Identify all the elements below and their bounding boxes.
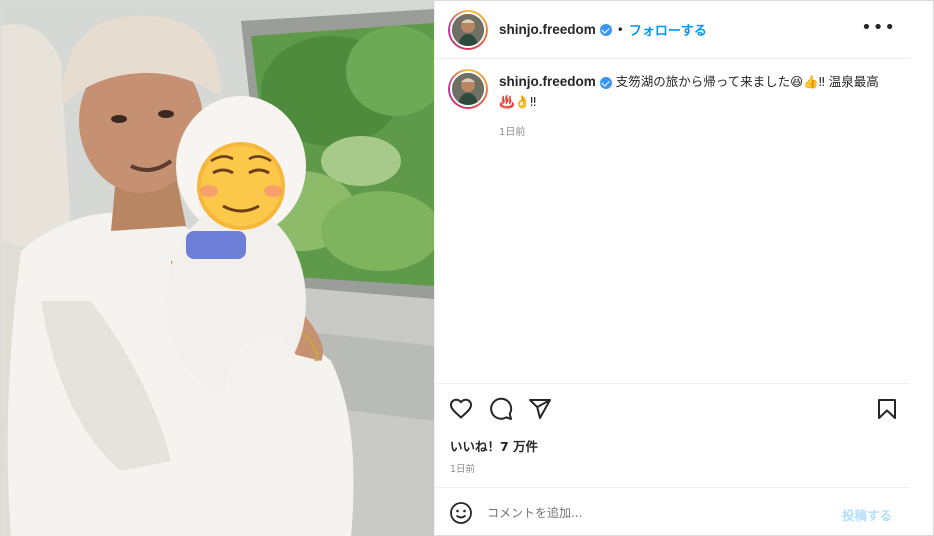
verified-badge-icon: [599, 23, 612, 36]
comment-bar: 投稿する: [435, 487, 910, 536]
bookmark-icon[interactable]: [875, 397, 899, 421]
separator-dot: •: [616, 22, 624, 37]
post-comment-button[interactable]: 投稿する: [842, 505, 892, 524]
heart-icon[interactable]: [449, 397, 473, 421]
caption-avatar[interactable]: [448, 69, 488, 109]
post-side-panel: shinjo.freedom • フォローする ••• shinjo.freed…: [434, 1, 934, 536]
more-dots-icon[interactable]: •••: [861, 17, 896, 38]
follow-button[interactable]: フォローする: [629, 20, 707, 39]
like-count[interactable]: いいね！7 万件: [450, 436, 538, 455]
comment-icon[interactable]: [489, 397, 513, 421]
caption-avatar-photo: [452, 73, 484, 105]
caption-username[interactable]: shinjo.freedom: [499, 74, 596, 89]
comment-input[interactable]: [487, 505, 817, 520]
post-photo[interactable]: [1, 1, 434, 536]
post-timestamp[interactable]: 1日前: [450, 461, 475, 475]
instagram-post-card: shinjo.freedom • フォローする ••• shinjo.freed…: [0, 0, 934, 536]
post-username[interactable]: shinjo.freedom: [499, 22, 596, 37]
post-actions: いいね！7 万件 1日前: [435, 383, 910, 487]
avatar[interactable]: [448, 9, 488, 50]
paper-plane-icon[interactable]: [528, 397, 552, 421]
photo-illustration: [1, 1, 434, 536]
avatar-photo: [452, 13, 484, 46]
post-caption: shinjo.freedom 支笏湖の旅から帰って来ました😆👍‼︎ 温泉最高♨️…: [448, 69, 903, 138]
caption-body: shinjo.freedom 支笏湖の旅から帰って来ました😆👍‼︎ 温泉最高♨️…: [499, 72, 894, 112]
caption-timestamp: 1日前: [499, 127, 526, 138]
post-header: shinjo.freedom • フォローする •••: [435, 1, 910, 59]
smiley-icon[interactable]: [449, 501, 473, 525]
caption-verified-badge-icon: [599, 76, 612, 89]
